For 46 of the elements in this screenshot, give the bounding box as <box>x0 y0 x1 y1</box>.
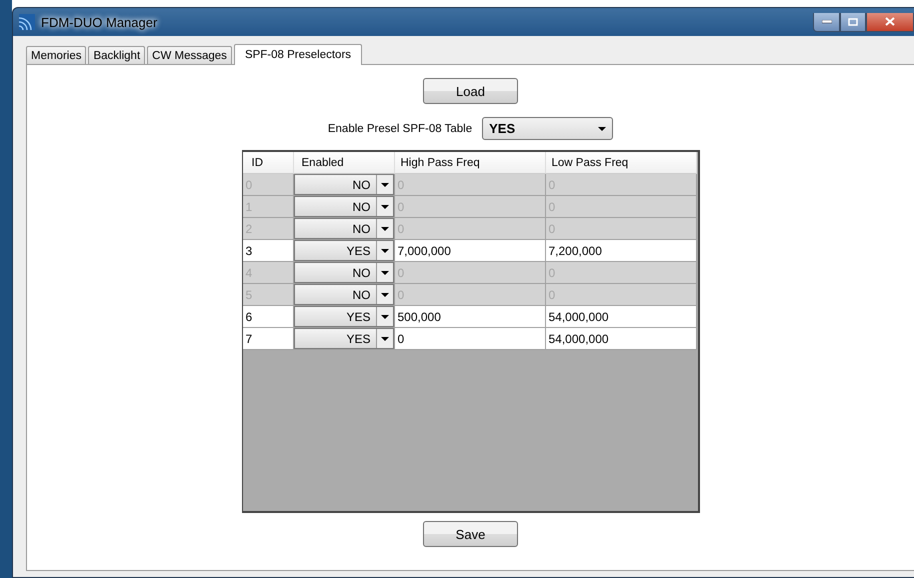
caret-icon <box>380 226 388 230</box>
tab[interactable]: CW Messages <box>147 46 232 64</box>
load-button[interactable]: Load <box>423 78 518 104</box>
table-cell: 7,200,000 <box>546 240 696 262</box>
enabled-dropdown[interactable]: YES <box>294 240 394 261</box>
enabled-dropdown[interactable]: NO <box>294 262 394 283</box>
restore-icon <box>848 18 858 26</box>
table-cell: 54,000,000 <box>546 328 696 350</box>
caret-icon <box>380 270 388 274</box>
field-label: Enable Presel SPF-08 Table <box>328 122 472 134</box>
table-cell: 500,000 <box>394 306 546 328</box>
caret-icon <box>598 126 606 130</box>
column-header[interactable]: Low Pass Freq <box>546 152 696 174</box>
maximize-button[interactable] <box>840 12 866 32</box>
enabled-dropdown[interactable]: NO <box>294 196 394 217</box>
enabled-dropdown[interactable]: NO <box>294 174 394 195</box>
table-cell: 6 <box>242 306 294 328</box>
table-cell: 7,000,000 <box>394 240 546 262</box>
column-header[interactable]: High Pass Freq <box>394 152 546 174</box>
minimize-icon <box>822 20 832 24</box>
tab[interactable]: Backlight <box>88 46 146 64</box>
close-icon <box>885 17 895 26</box>
minimize-button[interactable] <box>813 12 840 32</box>
caret-icon <box>380 182 388 186</box>
enabled-dropdown[interactable]: YES <box>294 328 394 349</box>
table-cell: 3 <box>242 240 294 262</box>
caret-icon <box>380 204 388 208</box>
window-title: FDM-DUO Manager <box>41 14 158 30</box>
app-logo-icon <box>19 14 35 30</box>
table-cell: 7 <box>242 328 294 350</box>
enabled-dropdown[interactable]: NO <box>294 218 394 239</box>
table-cell: 54,000,000 <box>546 306 696 328</box>
column-header[interactable]: Enabled <box>294 152 394 174</box>
enabled-dropdown[interactable]: YES <box>294 306 394 327</box>
table-cell: 0 <box>394 328 546 350</box>
enable-dropdown[interactable]: YES <box>482 117 614 140</box>
caret-icon <box>380 292 388 296</box>
enabled-dropdown[interactable]: NO <box>294 284 394 305</box>
close-button[interactable] <box>866 12 914 32</box>
save-button[interactable]: Save <box>423 521 518 547</box>
caret-icon <box>380 248 388 252</box>
caret-icon <box>380 314 388 318</box>
tab[interactable]: SPF-08 Preselectors <box>234 44 362 65</box>
caret-icon <box>380 336 388 340</box>
tab[interactable]: Memories <box>26 46 86 64</box>
column-header[interactable]: ID <box>242 152 294 174</box>
